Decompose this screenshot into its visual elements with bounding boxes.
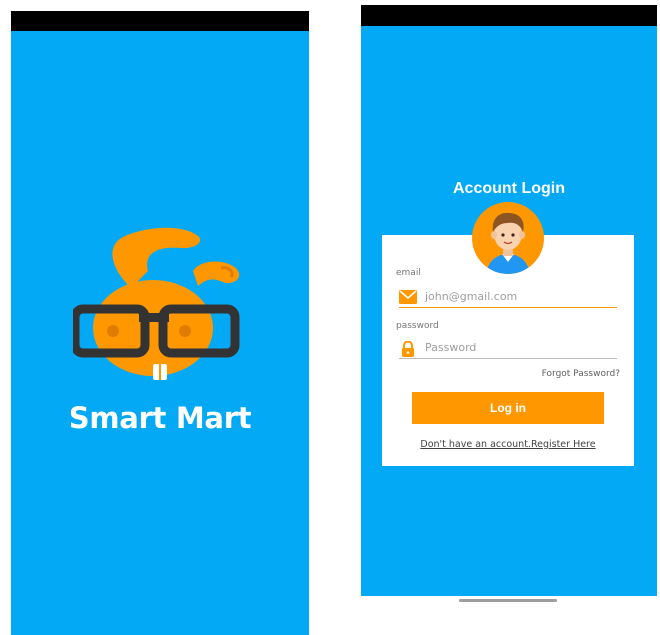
brand-name: Smart Mart [68,401,252,435]
lock-icon [399,340,417,357]
status-bar [11,11,309,31]
email-placeholder: john@gmail.com [425,290,518,303]
user-avatar-icon [472,202,544,274]
login-button[interactable]: Log in [412,392,604,424]
bunny-glasses-logo-icon [70,216,245,386]
splash-screen: Smart Mart [11,11,309,635]
password-label: password [396,321,439,331]
login-screen: Account Login email john@gmail.com passw… [361,5,657,635]
register-link[interactable]: Don't have an account.Register Here [382,439,634,450]
email-label: email [396,268,421,278]
page-title: Account Login [453,180,565,197]
password-field[interactable]: Password [399,339,617,359]
password-placeholder: Password [425,341,477,354]
forgot-password-link[interactable]: Forgot Password? [542,369,620,379]
email-field[interactable]: john@gmail.com [399,288,617,308]
envelope-icon [399,290,417,304]
status-bar [361,5,657,26]
home-indicator[interactable] [459,599,557,602]
